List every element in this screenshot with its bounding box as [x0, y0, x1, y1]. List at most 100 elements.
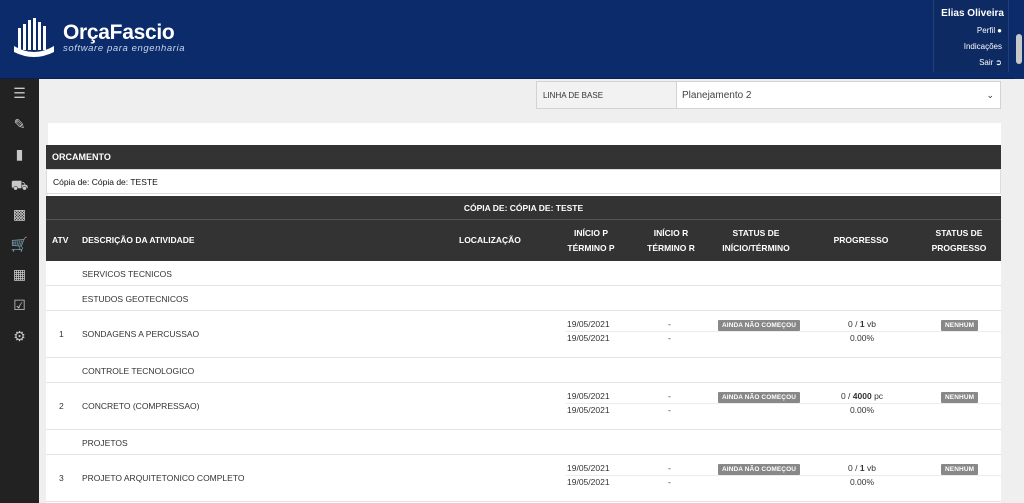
activity-inicio-r: - [668, 463, 671, 473]
activity-number: 2 [59, 401, 64, 411]
activity-termino-p: 19/05/2021 [567, 333, 610, 343]
logo-subtitle: software para engenharia [63, 43, 186, 54]
sidebar: ☰ ✎ ▮ ⛟ ▩ 🛒 ▦ ☑ ⚙ [0, 79, 39, 503]
progress-badge-wrap: NENHUM [941, 391, 979, 403]
baseline-value: Planejamento 2 [682, 89, 752, 101]
status-badge: AINDA NÃO COMEÇOU [718, 392, 801, 403]
status-badge-wrap: AINDA NÃO COMEÇOU [718, 319, 801, 331]
progress-status-badge: NENHUM [941, 464, 979, 475]
progress-percent: 0.00% [849, 477, 875, 487]
activity-row[interactable]: 1 SONDAGENS A PERCUSSAO 19/05/2021 19/05… [46, 311, 1001, 358]
activity-description: SONDAGENS A PERCUSSAO [82, 329, 200, 339]
logo-name: OrçaFascio [63, 21, 175, 44]
progress-done: 0 [848, 319, 853, 329]
col-status: STATUS DE INÍCIO/TÉRMINO [711, 220, 801, 261]
activity-description: CONCRETO (COMPRESSAO) [82, 401, 200, 411]
logout-link[interactable]: Sair ➲ [979, 58, 1002, 67]
top-header: OrçaFascio software para engenharia [0, 0, 1024, 79]
progress-status-badge: NENHUM [941, 320, 979, 331]
row-divider [566, 475, 1001, 476]
progress-total: 1 [859, 463, 865, 473]
eraser-icon[interactable]: ▮ [0, 143, 39, 165]
status-badge: AINDA NÃO COMEÇOU [718, 320, 801, 331]
logo-icon [14, 18, 54, 57]
activity-termino-p: 19/05/2021 [567, 477, 610, 487]
logout-link-label: Sair [979, 58, 994, 67]
progress-status-badge: NENHUM [941, 392, 979, 403]
progress-badge-wrap: NENHUM [941, 319, 979, 331]
col-inicio-termino-p: INÍCIO P TÉRMINO P [551, 220, 631, 261]
col-inicio-termino-r: INÍCIO R TÉRMINO R [631, 220, 711, 261]
user-icon: ● [997, 26, 1002, 35]
col-atv: ATV [52, 235, 69, 245]
col-progresso: PROGRESSO [833, 235, 889, 245]
col-status-line2: INÍCIO/TÉRMINO [722, 242, 790, 253]
cart-icon[interactable]: 🛒 [0, 233, 39, 255]
col-termino-r: TÉRMINO R [647, 242, 695, 253]
activity-inicio-r: - [668, 319, 671, 329]
table-title: CÓPIA DE: CÓPIA DE: TESTE [46, 196, 1001, 220]
activity-inicio-r: - [668, 391, 671, 401]
progress-total: 1 [859, 319, 865, 329]
progress-badge-wrap: NENHUM [941, 463, 979, 475]
progress-amount: 0 / 4000 pc [840, 391, 884, 401]
activity-number: 3 [59, 473, 64, 483]
progress-unit: vb [866, 319, 876, 329]
profile-link-label: Perfil [976, 26, 996, 35]
progress-unit: vb [866, 463, 876, 473]
col-status-prog-line2: PROGRESSO [931, 242, 987, 253]
progress-amount: 0 / 1 vb [848, 463, 876, 473]
user-panel: Elias Oliveira Perfil ● Indicações Sair … [933, 0, 1009, 72]
user-name: Elias Oliveira [941, 8, 1004, 19]
progress-done: 0 [840, 391, 846, 401]
group-label: SERVICOS TECNICOS [82, 268, 172, 279]
orcamento-name: Cópia de: Cópia de: TESTE [46, 169, 1001, 194]
baseline-label: LINHA DE BASE [537, 82, 677, 108]
progress-percent: 0.00% [849, 405, 875, 415]
app-logo[interactable]: OrçaFascio software para engenharia [12, 16, 185, 60]
activity-row[interactable]: 2 CONCRETO (COMPRESSAO) 19/05/2021 19/05… [46, 383, 1001, 430]
referrals-link-label: Indicações [963, 42, 1002, 51]
referrals-link[interactable]: Indicações [964, 42, 1002, 51]
scrollbar-thumb[interactable] [1016, 34, 1022, 64]
progress-unit: pc [874, 391, 884, 401]
activity-description: PROJETO ARQUITETONICO COMPLETO [82, 473, 245, 483]
gear-icon[interactable]: ⚙ [0, 325, 39, 347]
status-badge-wrap: AINDA NÃO COMEÇOU [718, 391, 801, 403]
clipboard-icon[interactable]: ☑ [0, 294, 39, 316]
table-header: ATV DESCRIÇÃO DA ATIVIDADE LOCALIZAÇÃO I… [46, 220, 1001, 261]
baseline-dropdown[interactable]: Planejamento 2 ⌄ [677, 82, 1000, 108]
profile-link[interactable]: Perfil ● [977, 26, 1002, 35]
status-badge: AINDA NÃO COMEÇOU [718, 464, 801, 475]
baseline-selector: LINHA DE BASE Planejamento 2 ⌄ [536, 81, 1001, 109]
col-status-prog-line1: STATUS DE [935, 227, 983, 238]
col-status-progresso: STATUS DE PROGRESSO [919, 220, 999, 261]
progress-percent: 0.00% [849, 333, 875, 343]
col-localizacao: LOCALIZAÇÃO [459, 235, 521, 245]
group-row: PROJETOS [46, 430, 1001, 455]
activity-row[interactable]: 3 PROJETO ARQUITETONICO COMPLETO 19/05/2… [46, 455, 1001, 502]
truck-icon[interactable]: ⛟ [0, 175, 39, 197]
table-body: SERVICOS TECNICOS ESTUDOS GEOTECNICOS 1 … [46, 261, 1001, 503]
col-termino-p: TÉRMINO P [567, 242, 615, 253]
chevron-down-icon: ⌄ [986, 89, 994, 100]
group-row: CONTROLE TECNOLOGICO [46, 358, 1001, 383]
list-icon[interactable]: ☰ [0, 82, 39, 104]
pencil-icon[interactable]: ✎ [0, 113, 39, 135]
orcamento-header: ORCAMENTO [46, 145, 1001, 169]
activity-number: 1 [59, 329, 64, 339]
book-icon[interactable]: ▩ [0, 203, 39, 225]
group-label: ESTUDOS GEOTECNICOS [82, 293, 189, 304]
row-divider [566, 331, 1001, 332]
group-row: ESTUDOS GEOTECNICOS [46, 286, 1001, 311]
progress-done: 0 [848, 463, 853, 473]
group-row: SERVICOS TECNICOS [46, 261, 1001, 286]
logout-icon: ➲ [995, 58, 1002, 67]
calendar-icon[interactable]: ▦ [0, 263, 39, 285]
col-inicio-p: INÍCIO P [573, 227, 608, 238]
group-label: PROJETOS [82, 437, 128, 448]
activity-inicio-p: 19/05/2021 [567, 463, 610, 473]
activity-inicio-p: 19/05/2021 [567, 319, 610, 329]
activity-termino-r: - [668, 405, 671, 415]
status-badge-wrap: AINDA NÃO COMEÇOU [718, 463, 801, 475]
